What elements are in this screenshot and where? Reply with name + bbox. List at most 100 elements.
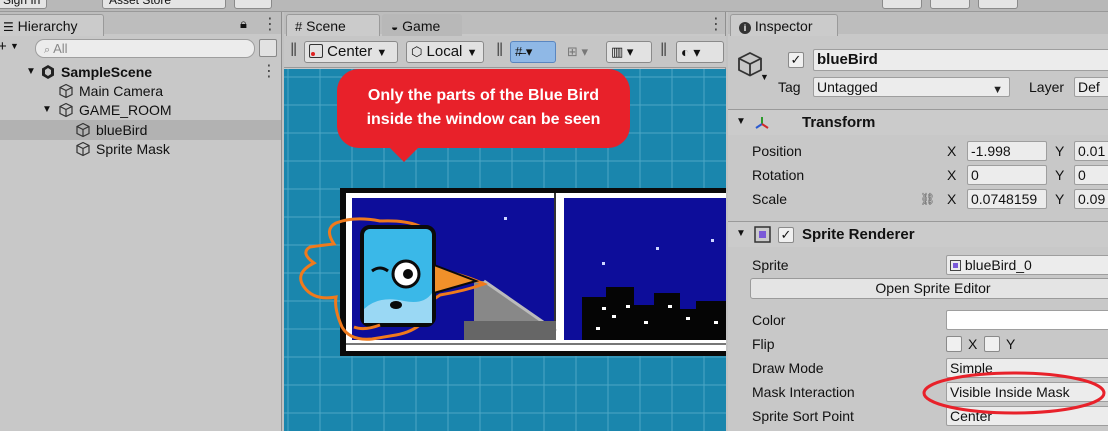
flip-label: Flip	[752, 336, 775, 352]
transform-header[interactable]: ▼ Transform	[728, 109, 1108, 135]
scale-y-field[interactable]: 0.09	[1074, 189, 1108, 209]
tab-inspector[interactable]: i Inspector	[730, 14, 838, 36]
hierarchy-search-row: + ▼ ⌕ All	[0, 36, 282, 60]
toolbar-divider: ‖	[496, 40, 504, 60]
highlight-ellipse	[922, 371, 1106, 415]
tab-game[interactable]: ◒ Game	[382, 14, 462, 36]
item-label: blueBird	[96, 122, 148, 138]
grid-snap-icon: #̶ ▾	[515, 44, 533, 59]
list-item[interactable]: ▼ GAME_ROOM	[0, 100, 281, 120]
scale-x-field[interactable]: 0.0748159	[967, 189, 1047, 209]
panel-menu-icon[interactable]: ⋮	[708, 14, 724, 34]
collapse-arrow-icon[interactable]: ▼	[26, 62, 36, 82]
scene-tabbar: # Scene ◒ Game ⋮	[284, 12, 725, 36]
increment-snap-button[interactable]: ⊞ ▾	[562, 41, 602, 63]
layer-dropdown[interactable]: Def	[1074, 77, 1108, 97]
position-row: Position X -1.998 Y 0.01	[728, 140, 1108, 162]
pivot-label: Center	[327, 43, 373, 60]
sprite-renderer-enabled-checkbox[interactable]: ✓	[778, 227, 794, 243]
flip-x-checkbox[interactable]	[946, 336, 962, 352]
gameobject-icon	[76, 141, 90, 157]
annotation-callout: Only the parts of the Blue Bird inside t…	[337, 69, 630, 148]
add-button[interactable]: +	[0, 38, 7, 55]
tab-hierarchy[interactable]: ☰ Hierarchy	[0, 14, 104, 36]
rotation-y-label: Y	[1055, 167, 1065, 183]
tag-value: Untagged	[817, 79, 878, 95]
open-sprite-editor-button[interactable]: Open Sprite Editor	[750, 278, 1108, 299]
object-name-field[interactable]: blueBird	[813, 49, 1108, 71]
gamepad-icon: ◒	[391, 20, 399, 34]
asset-store-button[interactable]: Asset Store	[102, 0, 226, 9]
sprite-value: blueBird_0	[964, 257, 1032, 273]
gameobject-icon	[59, 83, 73, 99]
panel-menu-icon[interactable]: ⋮	[262, 14, 278, 34]
tab-scene[interactable]: # Scene	[286, 14, 380, 36]
hierarchy-tabbar: ☰ Hierarchy 🔒︎ ⋮	[0, 12, 281, 36]
sign-in-button[interactable]: Sign In	[0, 0, 48, 9]
chevron-down-icon[interactable]: ▼	[10, 41, 19, 51]
unity-scene-icon	[42, 65, 54, 79]
position-x-field[interactable]: -1.998	[967, 141, 1047, 161]
snap-icon: ⊞ ▾	[567, 44, 589, 59]
search-scope-icon[interactable]	[259, 39, 277, 57]
ruler-icon: ▥ ▾	[611, 44, 634, 59]
position-y-label: Y	[1055, 143, 1065, 159]
toolbar-divider: ‖	[660, 40, 668, 60]
step-button[interactable]	[978, 0, 1018, 9]
shading-mode-button[interactable]: ◐ ▾	[676, 41, 724, 63]
color-row: Color	[728, 309, 1108, 331]
mask-interaction-label: Mask Interaction	[752, 384, 855, 400]
item-label: Sprite Mask	[96, 141, 170, 157]
lock-icon[interactable]: 🔒︎	[240, 16, 247, 32]
cloud-button[interactable]	[234, 0, 272, 9]
toolbar-grip-icon: ‖	[290, 40, 298, 60]
game-tab-label: Game	[402, 18, 441, 34]
list-item[interactable]: Sprite Mask	[0, 139, 281, 159]
hierarchy-search-input[interactable]: ⌕ All	[35, 39, 255, 58]
scene-name: SampleScene	[61, 64, 153, 80]
play-button[interactable]	[882, 0, 922, 9]
position-y-field[interactable]: 0.01	[1074, 141, 1108, 161]
inspector-tab-label: Inspector	[754, 18, 813, 34]
draw-mode-label: Draw Mode	[752, 360, 824, 376]
item-label: Main Camera	[79, 83, 164, 99]
chevron-down-icon: ▼	[466, 47, 478, 59]
sprite-asset-icon	[950, 260, 961, 271]
scale-row: Scale ⛓ X 0.0748159 Y 0.09	[728, 188, 1108, 210]
collapse-arrow-icon[interactable]: ▼	[736, 116, 746, 127]
flip-x-label: X	[968, 336, 978, 352]
chevron-down-icon: ▼	[992, 84, 1003, 96]
tag-dropdown[interactable]: Untagged ▼	[813, 77, 1010, 97]
list-item[interactable]: blueBird	[0, 120, 281, 140]
active-checkbox[interactable]: ✓	[788, 52, 804, 68]
info-icon: i	[739, 22, 751, 34]
sphere-icon: ◐ ▾	[681, 44, 701, 60]
chevron-down-icon[interactable]: ▼	[760, 72, 769, 82]
sprite-object-field[interactable]: blueBird_0	[946, 255, 1108, 275]
flip-y-label: Y	[1006, 336, 1016, 352]
link-icon[interactable]: ⛓	[920, 188, 935, 210]
scene-menu-icon[interactable]: ⋮	[261, 62, 277, 82]
callout-line-2: inside the window can be seen	[366, 111, 601, 128]
space-label: Local	[426, 43, 463, 60]
transform-icon	[755, 117, 769, 129]
list-item[interactable]: ▼ SampleScene ⋮	[0, 62, 281, 82]
collapse-arrow-icon[interactable]: ▼	[736, 228, 746, 239]
pause-button[interactable]	[930, 0, 970, 9]
rotation-x-field[interactable]: 0	[967, 165, 1047, 185]
flip-row: Flip X Y	[728, 333, 1108, 355]
flip-y-checkbox[interactable]	[984, 336, 1000, 352]
sprite-renderer-header[interactable]: ▼ ✓ Sprite Renderer	[728, 221, 1108, 247]
transform-title: Transform	[802, 114, 876, 131]
grid-icon: #	[295, 19, 303, 34]
space-dropdown[interactable]: ⬡ Local ▼	[406, 41, 484, 63]
collapse-arrow-icon[interactable]: ▼	[42, 100, 52, 120]
rotation-y-field[interactable]: 0	[1074, 165, 1108, 185]
grid-snapping-button[interactable]: #̶ ▾	[510, 41, 556, 63]
scene-toolbar: ‖ Center ▼ ⬡ Local ▼ ‖ #̶ ▾ ⊞ ▾ ▥ ▾ ‖ ◐ …	[284, 36, 726, 68]
list-item[interactable]: Main Camera	[0, 81, 281, 101]
view-options-button[interactable]: ▥ ▾	[606, 41, 652, 63]
pivot-dropdown[interactable]: Center ▼	[304, 41, 398, 63]
color-swatch[interactable]	[946, 310, 1108, 330]
position-x-label: X	[947, 143, 957, 159]
